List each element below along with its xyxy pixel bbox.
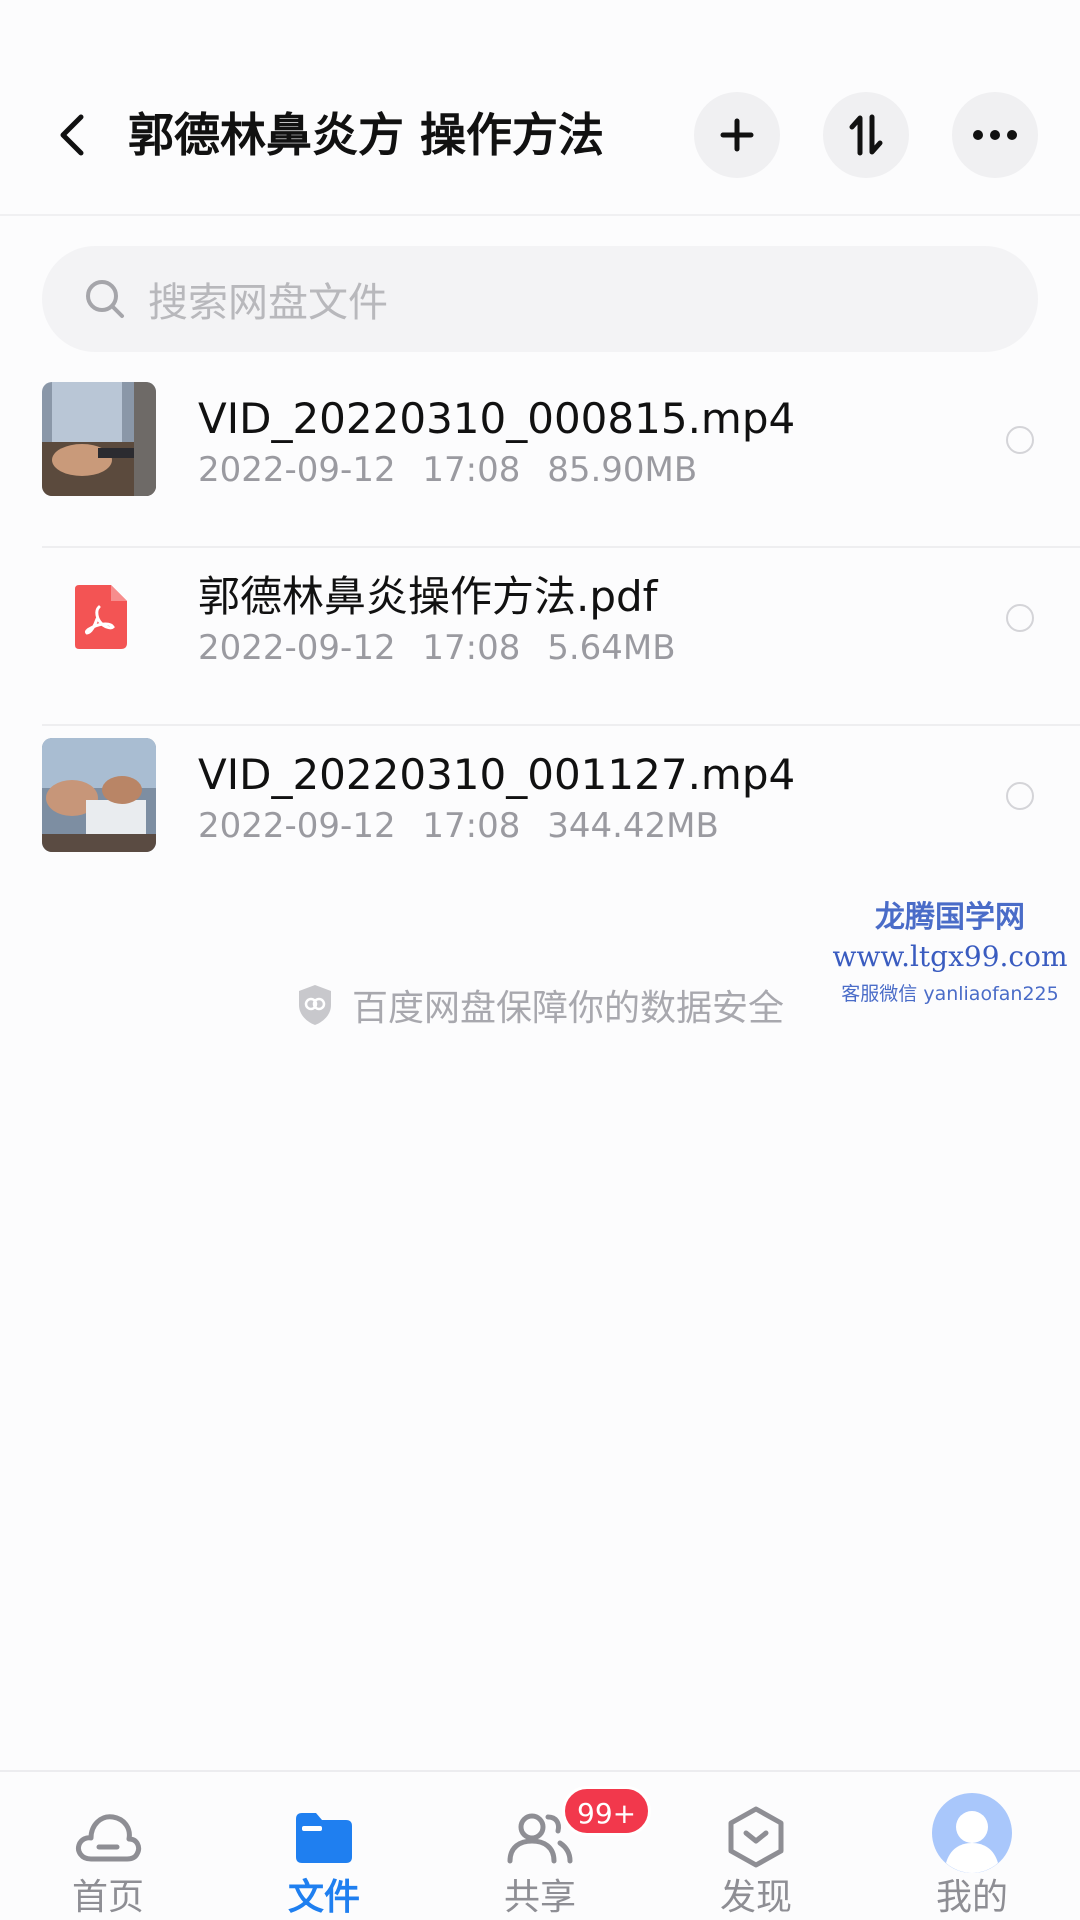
nav-item-discover[interactable]: 发现 [648, 1772, 864, 1920]
watermark: 龙腾国学网 www.ltgx99.com 客服微信 yanliaofan225 [830, 892, 1070, 1006]
cloud-icon [68, 1802, 148, 1872]
pdf-thumbnail [42, 560, 156, 674]
file-name: VID_20220310_001127.mp4 [198, 750, 796, 799]
safety-note: 百度网盘保障你的数据安全 [296, 980, 784, 1030]
bottom-nav: 首页 文件 99+ 共享 发现 我的 [0, 1770, 1080, 1920]
file-size: 344.42MB [547, 806, 719, 846]
file-list: VID_20220310_000815.mp4 2022-09-12 17:08… [0, 370, 1080, 904]
nav-label: 共享 [503, 1877, 576, 1918]
select-checkbox[interactable] [1006, 782, 1034, 810]
search-icon [86, 280, 124, 318]
select-checkbox[interactable] [1006, 604, 1034, 632]
chevron-left-icon [60, 114, 84, 156]
watermark-title: 龙腾国学网 [875, 900, 1025, 935]
file-meta: 2022-09-12 17:08 85.90MB [198, 450, 713, 490]
file-time: 17:08 [422, 628, 521, 668]
select-checkbox[interactable] [1006, 426, 1034, 454]
file-time: 17:08 [422, 450, 521, 490]
file-row[interactable]: VID_20220310_000815.mp4 2022-09-12 17:08… [0, 370, 1080, 548]
add-button[interactable] [694, 92, 780, 178]
nav-item-mine[interactable]: 我的 [864, 1772, 1080, 1920]
file-name: VID_20220310_000815.mp4 [198, 394, 796, 443]
nav-label: 我的 [935, 1877, 1008, 1918]
sort-icon [849, 114, 883, 156]
nav-item-share[interactable]: 99+ 共享 [432, 1772, 652, 1920]
safety-text: 百度网盘保障你的数据安全 [352, 988, 785, 1029]
nav-item-files[interactable]: 文件 [216, 1772, 432, 1920]
file-size: 5.64MB [547, 628, 676, 668]
plus-icon [720, 118, 754, 152]
avatar-icon [932, 1793, 1012, 1873]
file-meta: 2022-09-12 17:08 344.42MB [198, 806, 735, 846]
file-name: 郭德林鼻炎操作方法.pdf [198, 572, 658, 621]
page-title: 郭德林鼻炎方 操作方法 [128, 108, 605, 162]
file-date: 2022-09-12 [198, 450, 396, 490]
watermark-wechat: 客服微信 yanliaofan225 [841, 983, 1059, 1005]
header: 郭德林鼻炎方 操作方法 [0, 0, 1080, 216]
file-row[interactable]: 郭德林鼻炎操作方法.pdf 2022-09-12 17:08 5.64MB [0, 548, 1080, 726]
nav-label: 首页 [71, 1877, 144, 1918]
pdf-icon [75, 585, 127, 649]
notification-badge: 99+ [562, 1786, 652, 1836]
nav-label: 文件 [287, 1877, 360, 1918]
hexagon-icon [716, 1802, 796, 1872]
video-thumbnail [42, 738, 156, 852]
file-row[interactable]: VID_20220310_001127.mp4 2022-09-12 17:08… [0, 726, 1080, 904]
file-date: 2022-09-12 [198, 806, 396, 846]
back-button[interactable] [42, 100, 102, 170]
folder-icon [284, 1802, 364, 1872]
file-date: 2022-09-12 [198, 628, 396, 668]
file-time: 17:08 [422, 806, 521, 846]
sort-button[interactable] [823, 92, 909, 178]
nav-item-home[interactable]: 首页 [0, 1772, 216, 1920]
video-thumbnail [42, 382, 156, 496]
more-icon [973, 130, 1017, 140]
search-input[interactable]: 搜索网盘文件 [42, 246, 1038, 352]
nav-label: 发现 [719, 1877, 792, 1918]
shield-icon [299, 985, 331, 1025]
watermark-url: www.ltgx99.com [832, 940, 1068, 973]
file-meta: 2022-09-12 17:08 5.64MB [198, 628, 692, 668]
more-button[interactable] [952, 92, 1038, 178]
file-size: 85.90MB [547, 450, 698, 490]
search-placeholder: 搜索网盘文件 [148, 280, 388, 326]
